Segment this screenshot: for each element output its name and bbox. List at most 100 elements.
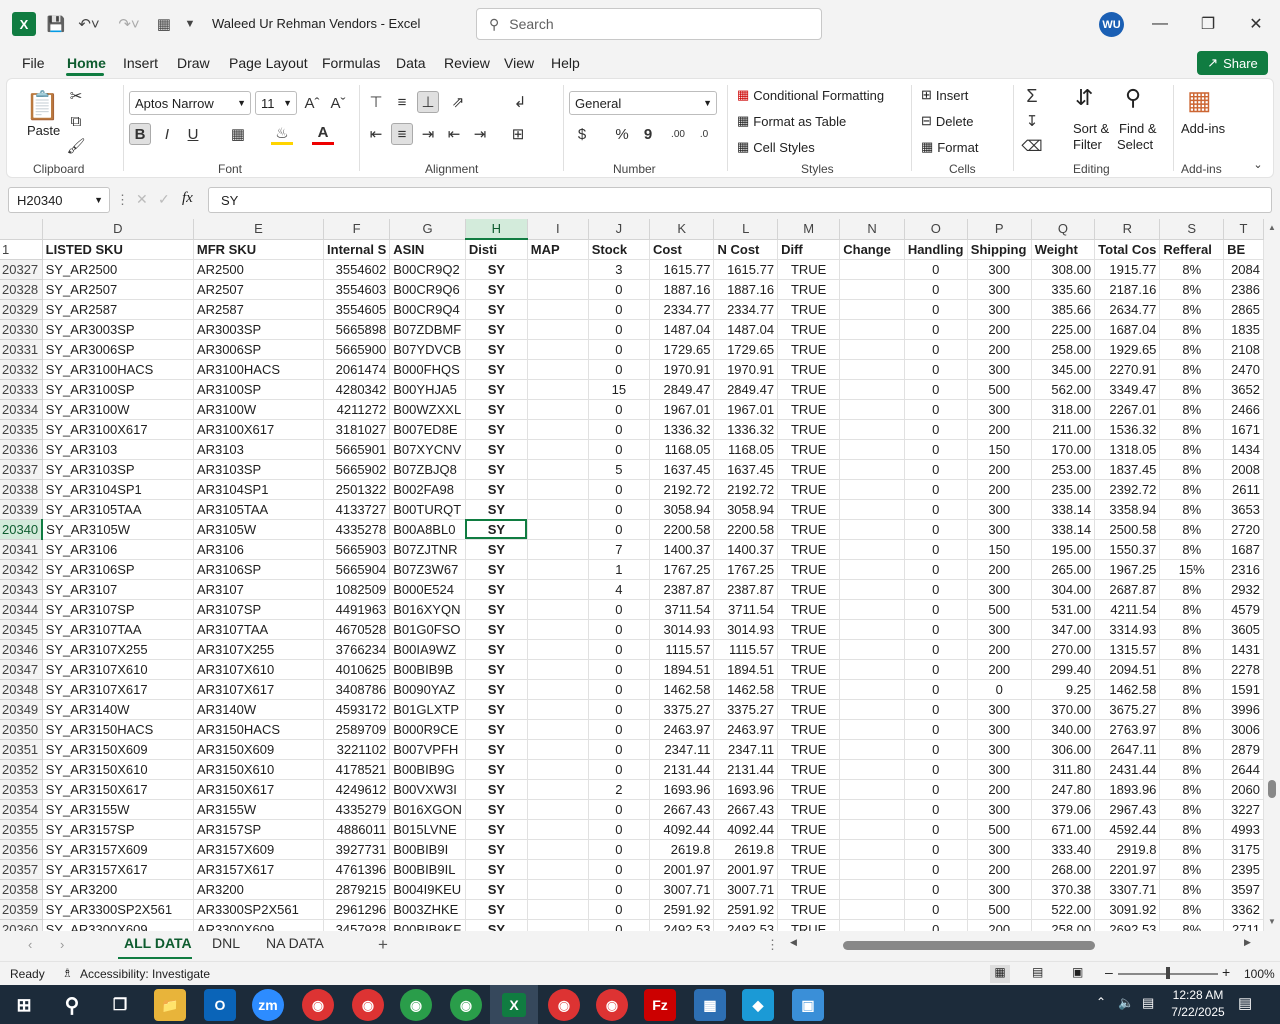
cell[interactable]: 0 bbox=[588, 899, 650, 920]
cell[interactable]: SY_AR3107X617 bbox=[42, 679, 194, 700]
cell[interactable]: 2431.44 bbox=[1094, 759, 1161, 780]
cell[interactable]: 0 bbox=[904, 459, 968, 480]
tab-split-icon[interactable]: ⋮ bbox=[766, 937, 779, 953]
cell[interactable]: AR3157SP bbox=[193, 819, 325, 840]
cell[interactable]: TRUE bbox=[777, 279, 841, 300]
cell[interactable]: 0 bbox=[588, 419, 650, 440]
cell[interactable]: 1550.37 bbox=[1094, 539, 1161, 560]
cell[interactable]: 8% bbox=[1159, 479, 1225, 500]
cell[interactable]: 300 bbox=[967, 299, 1032, 320]
cell[interactable]: SY bbox=[465, 319, 528, 340]
cell[interactable]: 2619.8 bbox=[649, 839, 715, 860]
cell[interactable]: 1767.25 bbox=[713, 559, 779, 580]
cell[interactable]: 300 bbox=[967, 739, 1032, 760]
cell[interactable]: 1887.16 bbox=[713, 279, 779, 300]
cell[interactable]: SY_AR3003SP bbox=[42, 319, 194, 340]
cell[interactable]: AR3103 bbox=[193, 439, 325, 460]
cell[interactable]: 2392.72 bbox=[1094, 479, 1161, 500]
cell[interactable] bbox=[839, 919, 905, 931]
column-header-n[interactable]: N bbox=[839, 219, 905, 240]
row-header[interactable]: 20347 bbox=[0, 659, 43, 680]
cell[interactable] bbox=[527, 799, 589, 820]
cell[interactable]: 15% bbox=[1159, 559, 1225, 580]
cell[interactable] bbox=[839, 759, 905, 780]
cell[interactable]: TRUE bbox=[777, 419, 841, 440]
cell[interactable]: SY bbox=[465, 479, 528, 500]
cell[interactable]: 0 bbox=[588, 499, 650, 520]
cell[interactable]: 2131.44 bbox=[713, 759, 779, 780]
cell[interactable]: B016XGON bbox=[389, 799, 466, 820]
cell[interactable]: 3554603 bbox=[323, 279, 391, 300]
menu-file[interactable]: File bbox=[22, 55, 45, 71]
cell[interactable]: 0 bbox=[904, 839, 968, 860]
vertical-scrollbar[interactable]: ▲ ▼ bbox=[1264, 219, 1280, 931]
cell[interactable]: B07ZDBMF bbox=[389, 319, 466, 340]
zoom-slider-thumb[interactable] bbox=[1166, 967, 1170, 979]
cell[interactable]: 300 bbox=[967, 719, 1032, 740]
cell[interactable]: AR3100W bbox=[193, 399, 325, 420]
cell[interactable]: 300 bbox=[967, 619, 1032, 640]
cell[interactable]: SY bbox=[465, 499, 528, 520]
cell[interactable]: SY bbox=[465, 759, 528, 780]
cell[interactable]: 1970.91 bbox=[713, 359, 779, 380]
cell[interactable]: TRUE bbox=[777, 559, 841, 580]
cell[interactable]: 4491963 bbox=[323, 599, 391, 620]
cell[interactable]: SY bbox=[465, 459, 528, 480]
cell[interactable]: B00BIB9B bbox=[389, 659, 466, 680]
align-top-icon[interactable]: ⊤ bbox=[365, 91, 387, 113]
cell[interactable]: TRUE bbox=[777, 659, 841, 680]
cell[interactable]: 1967.25 bbox=[1094, 559, 1161, 580]
cell[interactable]: SY_AR3107SP bbox=[42, 599, 194, 620]
cell[interactable]: TRUE bbox=[777, 919, 841, 931]
cell[interactable]: 0 bbox=[904, 339, 968, 360]
cell[interactable]: 2267.01 bbox=[1094, 399, 1161, 420]
cell[interactable]: AR3107TAA bbox=[193, 619, 325, 640]
cell[interactable]: 0 bbox=[588, 599, 650, 620]
cell-styles-button[interactable]: ▦ Cell Styles bbox=[737, 139, 815, 155]
cell[interactable]: 500 bbox=[967, 899, 1032, 920]
column-header-d[interactable]: D bbox=[42, 219, 194, 240]
menu-formulas[interactable]: Formulas bbox=[322, 55, 380, 71]
cell[interactable]: 4592.44 bbox=[1094, 819, 1161, 840]
cell[interactable]: SY_AR2587 bbox=[42, 299, 194, 320]
cell[interactable]: 8% bbox=[1159, 879, 1225, 900]
cell[interactable]: SY bbox=[465, 539, 528, 560]
cell[interactable]: 1894.51 bbox=[713, 659, 779, 680]
cell[interactable]: 2001.97 bbox=[713, 859, 779, 880]
excel-taskbar-icon[interactable]: X bbox=[490, 985, 538, 1024]
cell[interactable] bbox=[839, 899, 905, 920]
row-header[interactable]: 20343 bbox=[0, 579, 43, 600]
row-header[interactable]: 20358 bbox=[0, 879, 43, 900]
cell[interactable]: 2278 bbox=[1223, 659, 1264, 680]
cell[interactable]: TRUE bbox=[777, 899, 841, 920]
cell[interactable]: 1318.05 bbox=[1094, 439, 1161, 460]
cell[interactable] bbox=[839, 839, 905, 860]
cell[interactable]: 1115.57 bbox=[649, 639, 715, 660]
cell[interactable]: 2192.72 bbox=[649, 479, 715, 500]
cell[interactable]: 3711.54 bbox=[713, 599, 779, 620]
cell[interactable]: 0 bbox=[904, 399, 968, 420]
cell[interactable]: 3307.71 bbox=[1094, 879, 1161, 900]
cell[interactable]: 4 bbox=[588, 579, 650, 600]
cell[interactable]: 3175 bbox=[1223, 839, 1264, 860]
cell[interactable]: TRUE bbox=[777, 679, 841, 700]
cell[interactable]: SY bbox=[465, 839, 528, 860]
collapse-ribbon-icon[interactable]: ⌄ bbox=[1247, 153, 1269, 175]
cell[interactable]: 338.14 bbox=[1031, 519, 1096, 540]
cell[interactable]: 3554605 bbox=[323, 299, 391, 320]
cell[interactable]: SY_AR3300SP2X561 bbox=[42, 899, 194, 920]
chrome-profile-icon[interactable]: ◉ bbox=[352, 989, 384, 1021]
cell[interactable]: 3554602 bbox=[323, 259, 391, 280]
cell[interactable] bbox=[527, 459, 589, 480]
cell[interactable]: TRUE bbox=[777, 759, 841, 780]
cell[interactable]: 3058.94 bbox=[649, 499, 715, 520]
cell[interactable]: 0 bbox=[904, 539, 968, 560]
cell[interactable]: 5665901 bbox=[323, 439, 391, 460]
cell[interactable]: 0 bbox=[904, 299, 968, 320]
cell[interactable]: 300 bbox=[967, 879, 1032, 900]
cell[interactable]: 0 bbox=[588, 319, 650, 340]
cell[interactable]: 300 bbox=[967, 579, 1032, 600]
cell[interactable]: 5665902 bbox=[323, 459, 391, 480]
cell[interactable]: 0 bbox=[904, 779, 968, 800]
cell[interactable]: AR2500 bbox=[193, 259, 325, 280]
